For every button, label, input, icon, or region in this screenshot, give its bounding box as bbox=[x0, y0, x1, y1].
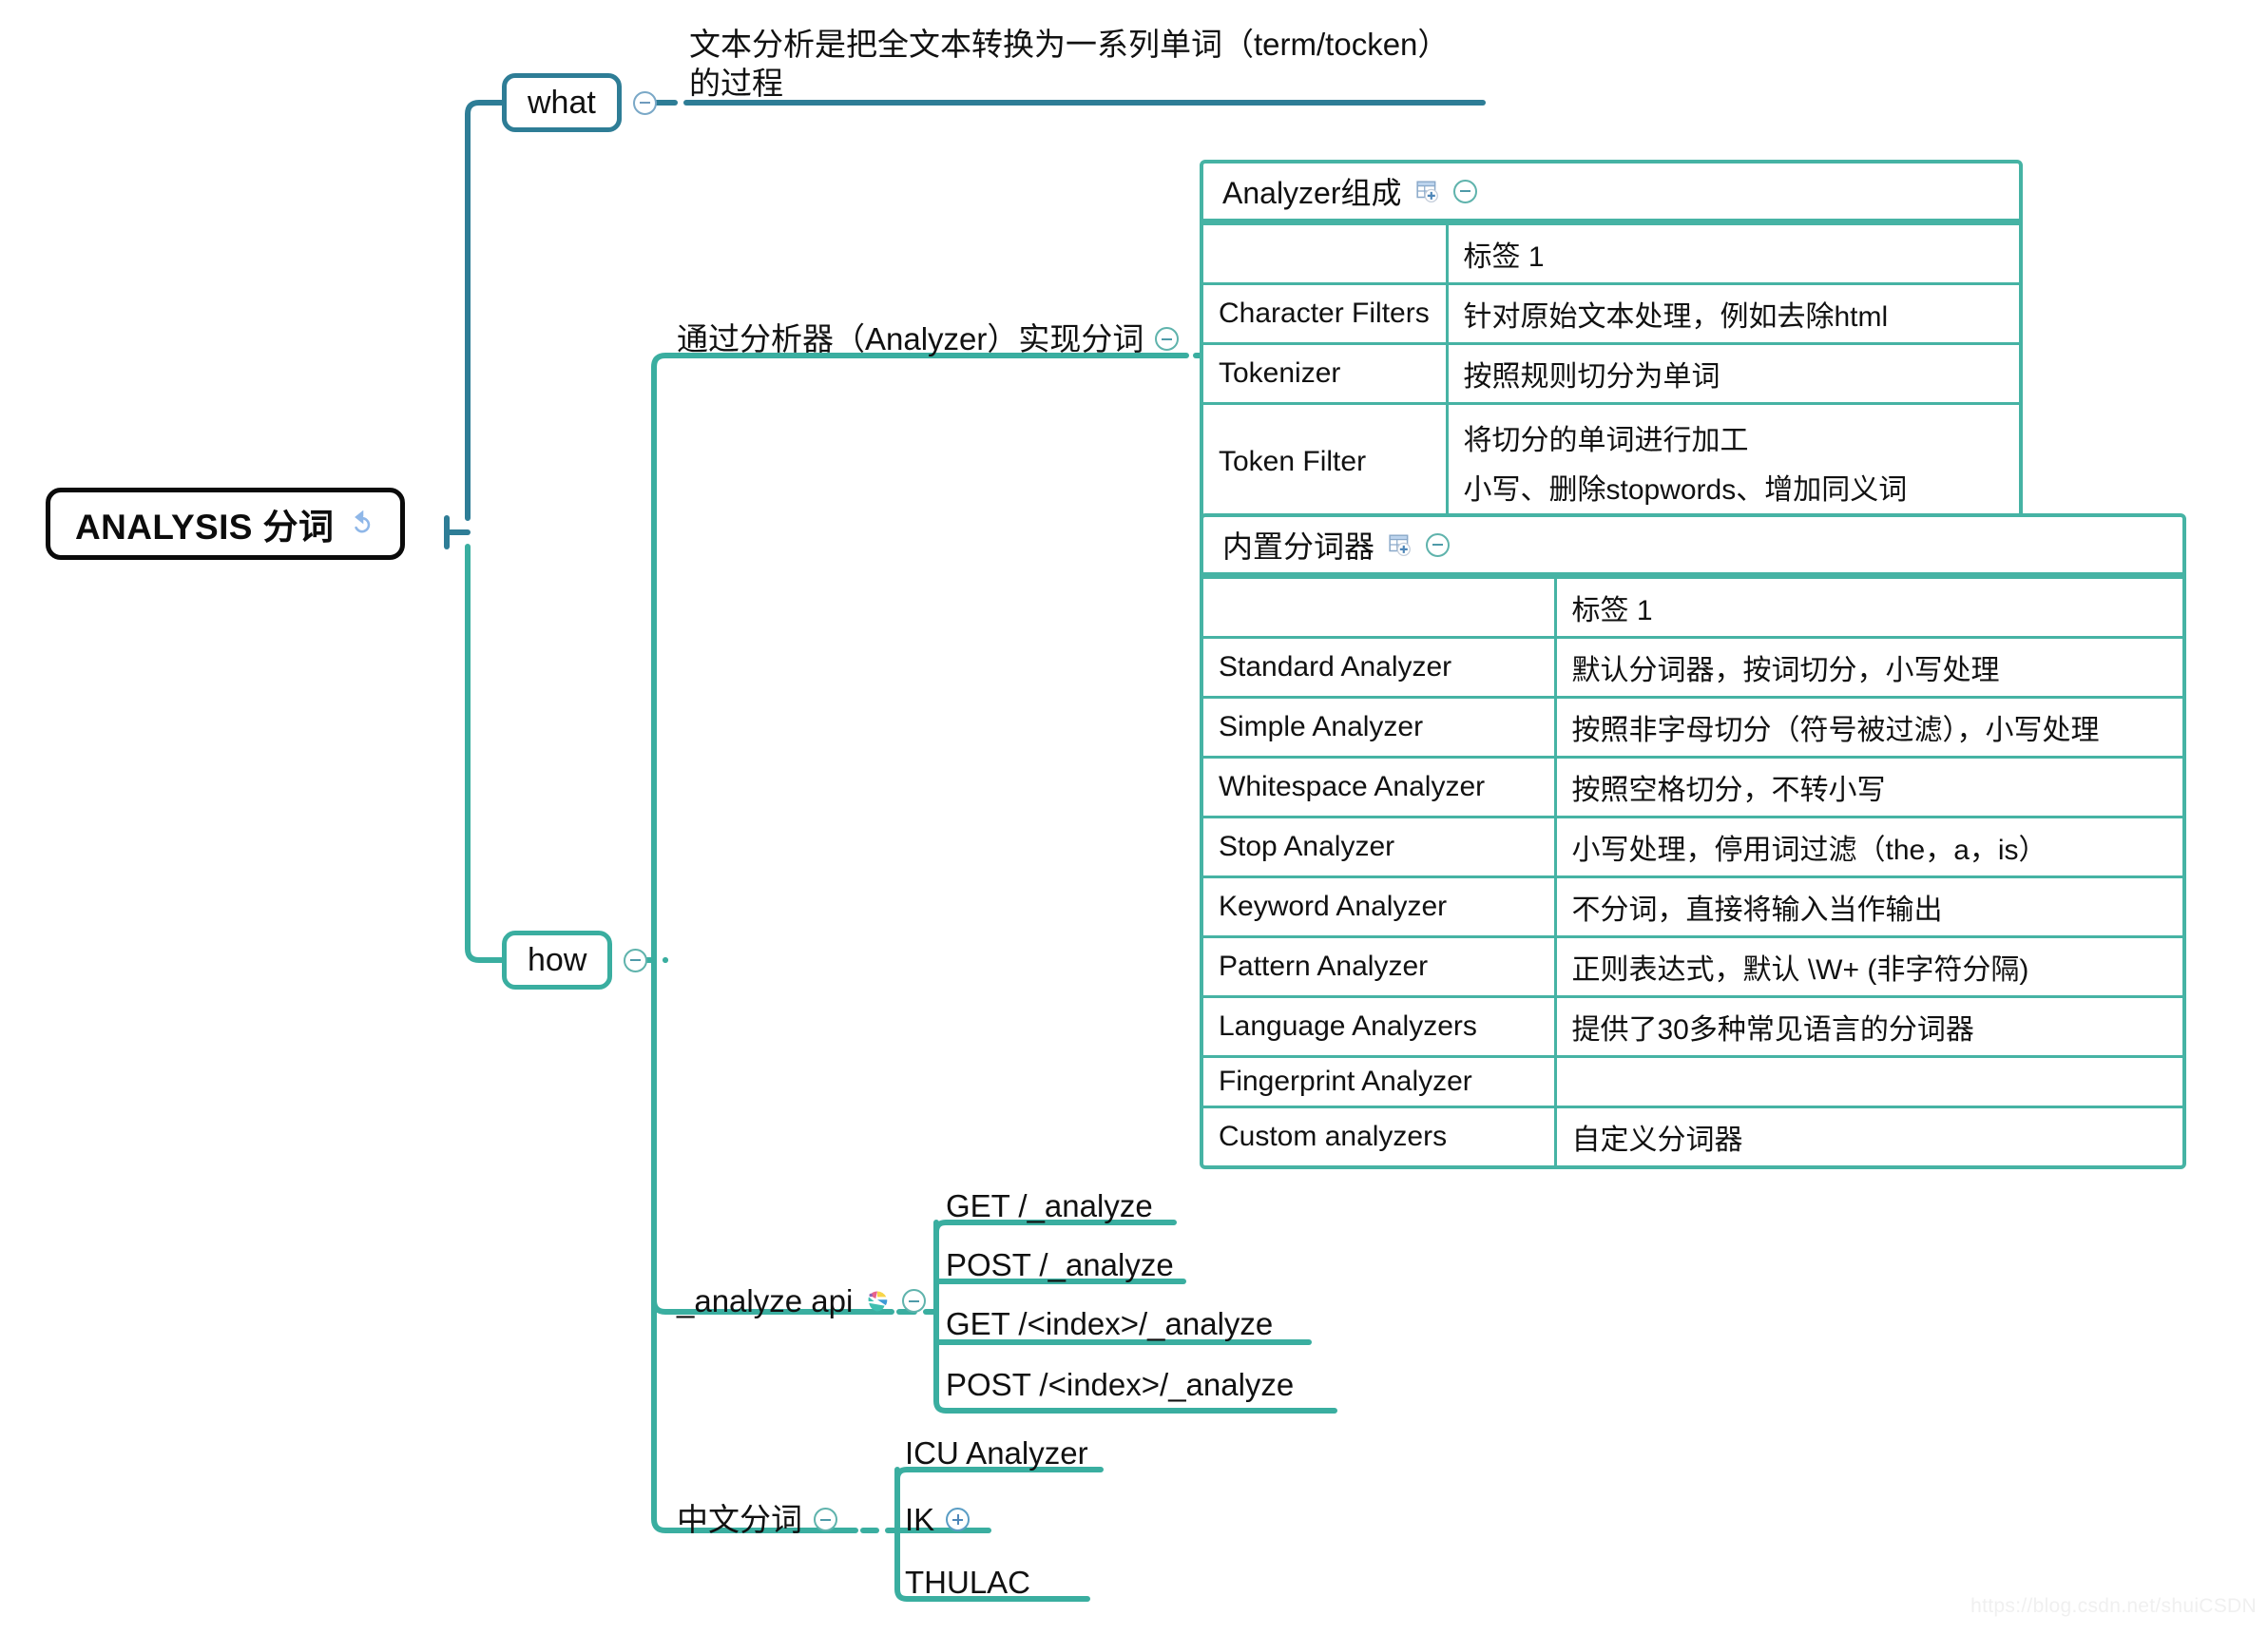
chinese-item-icu-analyzer[interactable]: ICU Analyzer bbox=[905, 1433, 1088, 1472]
table-row: Stop Analyzer 小写处理，停用词过滤（the，a，is） bbox=[1203, 816, 2182, 878]
collapse-minus-icon-what[interactable] bbox=[632, 90, 657, 115]
collapse-minus-icon-analyzer-composition[interactable] bbox=[1452, 179, 1477, 203]
row-desc: 针对原始文本处理，例如去除html bbox=[1445, 282, 2019, 345]
analyze-api-item-post[interactable]: POST /_analyze bbox=[946, 1245, 1174, 1284]
row-name: Pattern Analyzer bbox=[1203, 935, 1557, 998]
table-row: Standard Analyzer 默认分词器，按词切分，小写处理 bbox=[1203, 636, 2182, 699]
row-desc: 自定义分词器 bbox=[1553, 1106, 2182, 1165]
row-name: Fingerprint Analyzer bbox=[1203, 1055, 1557, 1108]
analyzer-composition-table: 标签 1 Character Filters 针对原始文本处理，例如去除html… bbox=[1203, 222, 2019, 519]
table-header-row: 标签 1 bbox=[1203, 576, 2182, 639]
row-desc: 按照规则切分为单词 bbox=[1445, 342, 2019, 405]
row-desc: 小写处理，停用词过滤（the，a，is） bbox=[1553, 816, 2182, 878]
row-desc: 提供了30多种常见语言的分词器 bbox=[1553, 995, 2182, 1058]
row-name: Standard Analyzer bbox=[1203, 636, 1557, 699]
table-add-icon[interactable] bbox=[1415, 179, 1440, 203]
chinese-segmentation-node[interactable]: 中文分词 bbox=[677, 1500, 837, 1539]
chinese-item-ik[interactable]: IK bbox=[905, 1500, 971, 1539]
chinese-segmentation-label: 中文分词 bbox=[677, 1502, 802, 1537]
analyze-api-item-post-index[interactable]: POST /<index>/_analyze bbox=[946, 1365, 1294, 1404]
root-label: ANALYSIS 分词 bbox=[75, 508, 335, 547]
col-head-blank bbox=[1203, 222, 1449, 285]
row-desc bbox=[1553, 1055, 2182, 1108]
branch-how[interactable]: how bbox=[502, 931, 648, 990]
analyze-api-item-get-index[interactable]: GET /<index>/_analyze bbox=[946, 1304, 1273, 1343]
col-head-tag1: 标签 1 bbox=[1553, 576, 2182, 639]
collapse-minus-icon-builtin-analyzers[interactable] bbox=[1426, 532, 1451, 557]
row-name: Language Analyzers bbox=[1203, 995, 1557, 1058]
row-desc-line: 小写、删除stopwords、增加同义词 bbox=[1463, 474, 1908, 506]
table-add-icon[interactable] bbox=[1388, 532, 1413, 557]
row-desc: 不分词，直接将输入当作输出 bbox=[1553, 875, 2182, 938]
mindmap-canvas: ANALYSIS 分词 what 文本分析是把全文本转换为一系列单词（term/… bbox=[0, 0, 2268, 1635]
analyzer-branch-label: 通过分析器（Analyzer）实现分词 bbox=[677, 321, 1144, 356]
analyzer-composition-title: Analyzer组成 bbox=[1222, 176, 1402, 210]
table-row: Tokenizer 按照规则切分为单词 bbox=[1203, 342, 2019, 405]
row-desc-line: 将切分的单词进行加工 bbox=[1463, 425, 1749, 456]
branch-what[interactable]: what bbox=[502, 73, 657, 132]
row-name: Simple Analyzer bbox=[1203, 696, 1557, 759]
row-name: Whitespace Analyzer bbox=[1203, 756, 1557, 818]
builtin-analyzers-title: 内置分词器 bbox=[1222, 529, 1375, 564]
builtin-analyzers-card: 内置分词器 标签 1 Standard Analyzer 默认分词器，按词切分，小… bbox=[1200, 513, 2186, 1169]
expand-plus-icon-ik[interactable] bbox=[946, 1508, 971, 1532]
col-head-blank bbox=[1203, 576, 1557, 639]
analyze-api-node[interactable]: _analyze api bbox=[677, 1281, 927, 1320]
builtin-analyzers-title-row: 内置分词器 bbox=[1203, 517, 2182, 576]
analyzer-composition-card: Analyzer组成 标签 1 Character Filters 针对原始文本… bbox=[1200, 160, 2023, 523]
what-detail-text: 文本分析是把全文本转换为一系列单词（term/tocken）的过程 bbox=[689, 27, 1450, 102]
chinese-item-ik-label: IK bbox=[905, 1502, 935, 1537]
analyzer-composition-title-row: Analyzer组成 bbox=[1203, 164, 2019, 222]
elasticsearch-logo-icon bbox=[864, 1288, 891, 1315]
table-row: Custom analyzers 自定义分词器 bbox=[1203, 1106, 2182, 1165]
table-row: Whitespace Analyzer 按照空格切分，不转小写 bbox=[1203, 756, 2182, 818]
row-desc: 默认分词器，按词切分，小写处理 bbox=[1553, 636, 2182, 699]
row-name: Custom analyzers bbox=[1203, 1106, 1557, 1165]
how-node-box[interactable]: how bbox=[502, 931, 613, 990]
col-head-tag1: 标签 1 bbox=[1445, 222, 2019, 285]
analyze-api-label: _analyze api bbox=[677, 1283, 854, 1318]
collapse-minus-icon-how[interactable] bbox=[624, 948, 648, 972]
analyze-api-item-get[interactable]: GET /_analyze bbox=[946, 1186, 1153, 1225]
table-row: Pattern Analyzer 正则表达式，默认 \W+ (非字符分隔) bbox=[1203, 935, 2182, 998]
what-node-box[interactable]: what bbox=[502, 73, 622, 132]
analyzer-branch-node[interactable]: 通过分析器（Analyzer）实现分词 bbox=[677, 319, 1180, 358]
table-row: Token Filter 将切分的单词进行加工 小写、删除stopwords、增… bbox=[1203, 402, 2019, 519]
table-header-row: 标签 1 bbox=[1203, 222, 2019, 285]
chinese-item-thulac[interactable]: THULAC bbox=[905, 1563, 1030, 1602]
how-label: how bbox=[528, 941, 587, 978]
builtin-analyzers-table: 标签 1 Standard Analyzer 默认分词器，按词切分，小写处理 Si… bbox=[1203, 576, 2182, 1165]
collapse-minus-icon-chinese-segmentation[interactable] bbox=[814, 1508, 837, 1532]
root-node-box[interactable]: ANALYSIS 分词 bbox=[46, 488, 406, 560]
row-name: Character Filters bbox=[1203, 282, 1449, 345]
row-name: Stop Analyzer bbox=[1203, 816, 1557, 878]
table-row: Simple Analyzer 按照非字母切分（符号被过滤），小写处理 bbox=[1203, 696, 2182, 759]
refresh-curl-icon bbox=[349, 510, 375, 537]
what-label: what bbox=[528, 84, 596, 121]
watermark: https://blog.csdn.net/shuiCSDN bbox=[1970, 1595, 2257, 1617]
row-desc: 按照非字母切分（符号被过滤），小写处理 bbox=[1553, 696, 2182, 759]
table-row: Fingerprint Analyzer bbox=[1203, 1055, 2182, 1108]
collapse-minus-icon-analyzer-branch[interactable] bbox=[1155, 327, 1180, 352]
row-name: Token Filter bbox=[1203, 402, 1449, 519]
row-name: Tokenizer bbox=[1203, 342, 1449, 405]
row-desc: 正则表达式，默认 \W+ (非字符分隔) bbox=[1553, 935, 2182, 998]
row-desc: 按照空格切分，不转小写 bbox=[1553, 756, 2182, 818]
row-name: Keyword Analyzer bbox=[1203, 875, 1557, 938]
table-row: Keyword Analyzer 不分词，直接将输入当作输出 bbox=[1203, 875, 2182, 938]
table-row: Language Analyzers 提供了30多种常见语言的分词器 bbox=[1203, 995, 2182, 1058]
root-node[interactable]: ANALYSIS 分词 bbox=[46, 488, 406, 560]
row-desc: 将切分的单词进行加工 小写、删除stopwords、增加同义词 bbox=[1445, 402, 2019, 519]
table-row: Character Filters 针对原始文本处理，例如去除html bbox=[1203, 282, 2019, 345]
collapse-minus-icon-analyze-api[interactable] bbox=[902, 1289, 927, 1314]
